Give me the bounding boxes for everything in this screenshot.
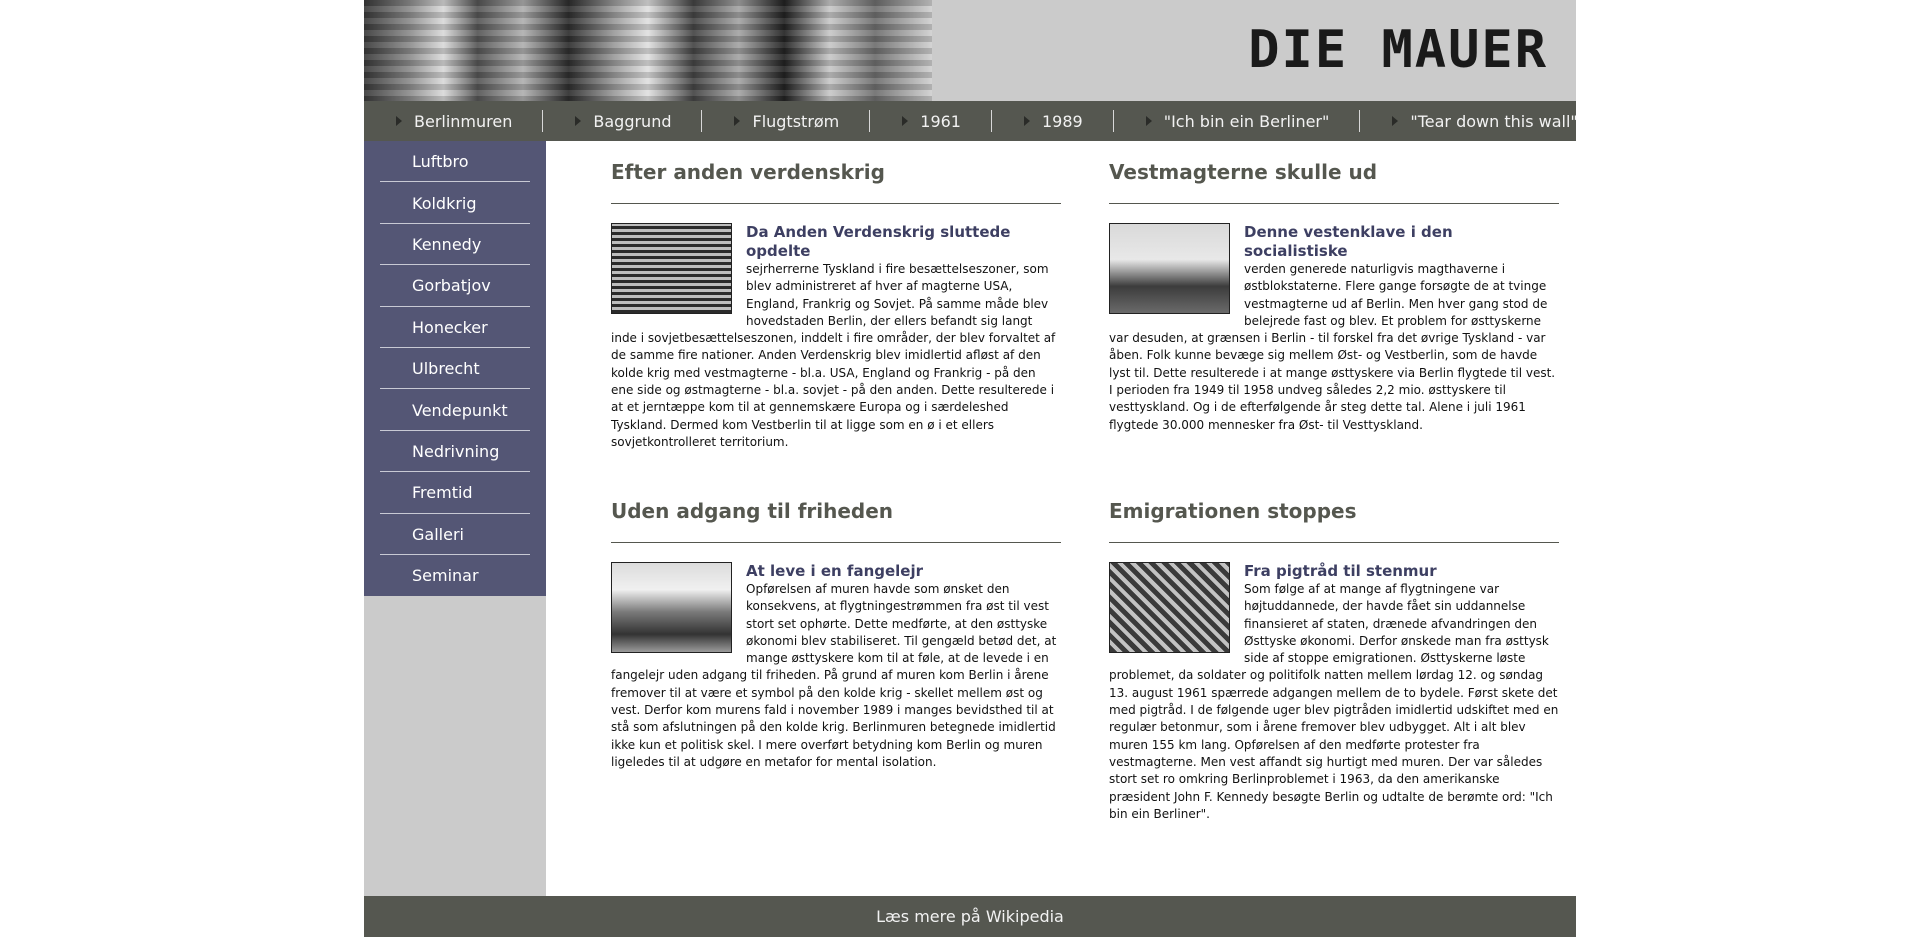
article-thumbnail[interactable] [611,562,732,653]
sidebar-item-honecker[interactable]: Honecker [364,307,546,349]
sidebar-item-gorbatjov[interactable]: Gorbatjov [364,265,546,307]
topnav-label: Flugtstrøm [752,111,840,131]
article-heading: Vestmagterne skulle ud [1109,160,1378,184]
article-thumbnail[interactable] [611,223,732,314]
divider [1109,203,1559,204]
topnav-item-baggrund[interactable]: Baggrund [543,110,703,132]
topnav-item-ich-bin-ein-berliner[interactable]: "Ich bin ein Berliner" [1114,110,1361,132]
topnav-item-1961[interactable]: 1961 [870,110,992,132]
arrow-right-icon [734,116,741,126]
main-content: Efter anden verdenskrig Da Anden Verdens… [546,141,1576,896]
arrow-right-icon [1392,116,1399,126]
topnav-item-1989[interactable]: 1989 [992,110,1114,132]
sidebar-item-ulbrecht[interactable]: Ulbrecht [364,348,546,390]
topnav-label: 1961 [920,111,961,131]
arrow-right-icon [1145,116,1152,126]
banner-photo-collage [364,0,932,101]
article-thumbnail[interactable] [1109,223,1230,314]
footer-bar: Læs mere på Wikipedia [364,896,1576,937]
topnav-item-tear-down-this-wall[interactable]: "Tear down this wall" [1360,110,1607,132]
divider [1109,542,1559,543]
site-container: DIE MAUER Berlinmuren Baggrund Flugtstrø… [364,0,1578,937]
arrow-right-icon [902,116,909,126]
sidebar-item-koldkrig[interactable]: Koldkrig [364,182,546,225]
sidebar-item-nedrivning[interactable]: Nedrivning [364,431,546,473]
article-emigrationen-stoppes: Emigrationen stoppes Fra pigtråd til ste… [1109,498,1559,823]
topnav-label: 1989 [1041,111,1083,131]
article-efter-anden-verdenskrig: Efter anden verdenskrig Da Anden Verdens… [611,159,1061,451]
sidebar-item-seminar[interactable]: Seminar [364,555,546,596]
article-thumbnail[interactable] [1109,562,1230,653]
sidebar-item-vendepunkt[interactable]: Vendepunkt [364,389,546,432]
sidebar-item-luftbro[interactable]: Luftbro [364,141,546,183]
article-uden-adgang-til-friheden: Uden adgang til friheden At leve i en fa… [611,498,1061,771]
top-navigation: Berlinmuren Baggrund Flugtstrøm 1961 198… [364,101,1578,141]
header-banner: DIE MAUER [364,0,1576,101]
divider [611,203,1061,204]
article-heading: Efter anden verdenskrig [611,160,885,184]
site-logo[interactable]: DIE MAUER [1248,22,1548,78]
topnav-label: Berlinmuren [414,111,513,131]
sidebar-item-kennedy[interactable]: Kennedy [364,224,546,266]
topnav-label: "Ich bin ein Berliner" [1163,111,1330,131]
topnav-item-flugtstrom[interactable]: Flugtstrøm [702,110,871,132]
wikipedia-link[interactable]: Læs mere på Wikipedia [876,907,1064,926]
article-heading: Uden adgang til friheden [611,499,894,523]
sidebar-navigation: Luftbro Koldkrig Kennedy Gorbatjov Honec… [364,141,546,596]
arrow-right-icon [575,116,582,126]
divider [611,542,1061,543]
arrow-right-icon [1023,116,1030,126]
topnav-item-berlinmuren[interactable]: Berlinmuren [364,110,544,132]
sidebar-item-fremtid[interactable]: Fremtid [364,472,546,514]
article-heading: Emigrationen stoppes [1109,499,1357,523]
topnav-label: Baggrund [593,111,672,131]
sidebar-item-galleri[interactable]: Galleri [364,514,546,556]
article-vestmagterne-skulle-ud: Vestmagterne skulle ud Denne vestenklave… [1109,159,1559,434]
topnav-label: "Tear down this wall" [1410,111,1578,131]
arrow-right-icon [396,116,402,126]
